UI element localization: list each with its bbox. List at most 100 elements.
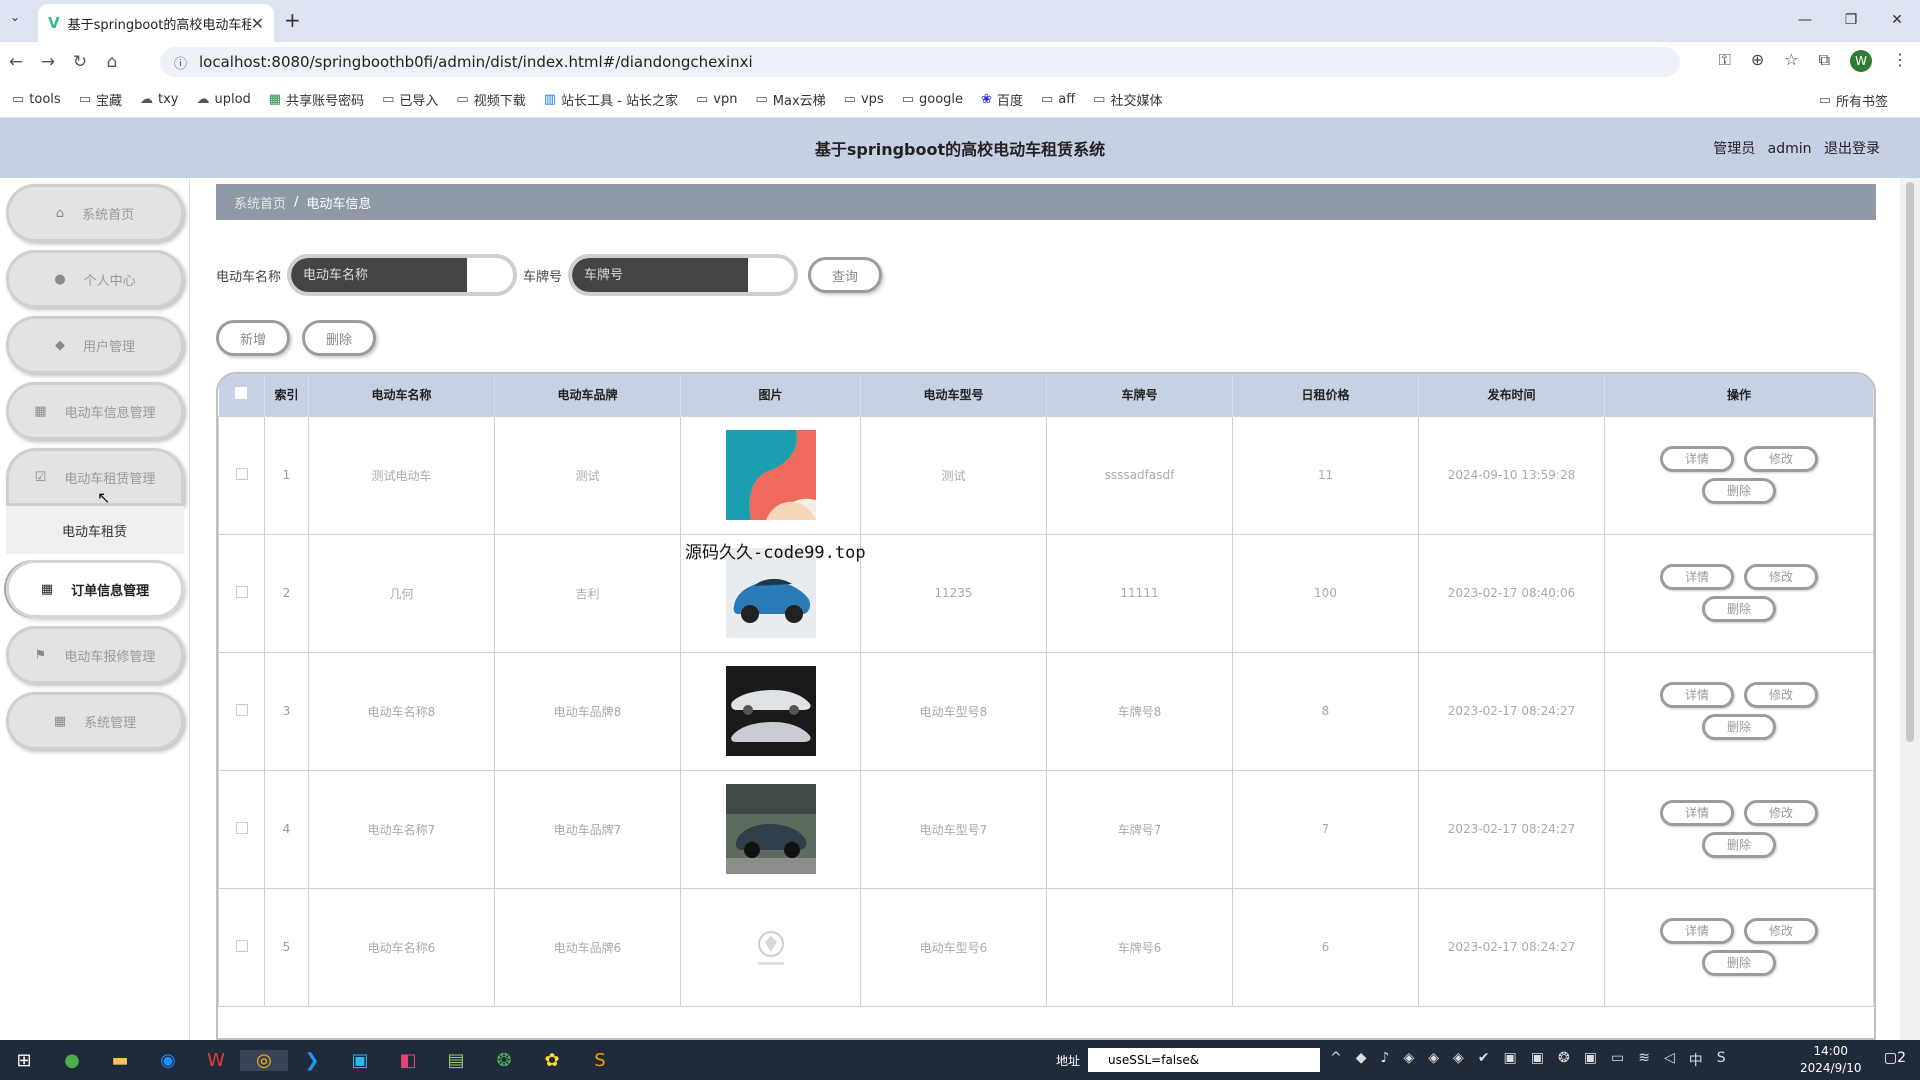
bookmark-item[interactable]: ▥ 站长工具 - 站长之家 (544, 90, 678, 109)
delete-button[interactable]: 删除 (1702, 478, 1776, 504)
scrollbar-thumb[interactable] (1906, 182, 1914, 742)
edit-button[interactable]: 修改 (1744, 800, 1818, 826)
delete-button[interactable]: 删除 (1702, 832, 1776, 858)
logout-link[interactable]: 退出登录 (1824, 141, 1880, 157)
delete-button[interactable]: 删除 (1702, 714, 1776, 740)
app-360-icon[interactable]: ● (48, 1050, 96, 1071)
ebike-thumbnail[interactable] (725, 902, 816, 992)
new-tab-icon[interactable]: + (284, 8, 301, 32)
sidebar-item-rental[interactable]: ☑ 电动车租赁管理 (6, 448, 184, 506)
bookmark-item[interactable]: ▭ vpn (696, 92, 737, 107)
vscode-icon[interactable]: ❯ (288, 1050, 336, 1071)
sublime-icon[interactable]: S (576, 1050, 624, 1071)
bookmark-item[interactable]: ▭ 社交媒体 (1093, 90, 1162, 109)
reload-icon[interactable]: ↻ (64, 52, 96, 72)
wechat-icon[interactable]: ❂ (480, 1050, 528, 1071)
bookmark-item[interactable]: ☁ txy (140, 92, 178, 107)
taskbar-address-input[interactable]: useSSL=false& (1088, 1048, 1320, 1072)
folder-app-icon[interactable]: ▤ (432, 1050, 480, 1071)
close-window-icon[interactable]: ✕ (1874, 0, 1920, 42)
volume-icon[interactable]: ◁ (1664, 1050, 1675, 1070)
extensions-icon[interactable]: ⧉ (1819, 50, 1830, 72)
row-checkbox[interactable] (218, 769, 265, 889)
page-scrollbar[interactable] (1900, 178, 1920, 1040)
sidebar-item-users[interactable]: ◆ 用户管理 (6, 316, 184, 374)
wps-icon[interactable]: W (192, 1050, 240, 1071)
taskbar-clock[interactable]: 14:00 2024/9/10 (1800, 1043, 1862, 1077)
url-bar[interactable]: ⓘ localhost:8080/springboothb0fi/admin/d… (160, 47, 1680, 77)
bookmark-item[interactable]: ☁ uplod (196, 92, 250, 107)
sidebar-item-repair[interactable]: ⚑ 电动车报修管理 (6, 626, 184, 684)
tray-app-icon[interactable]: ▣ (1584, 1050, 1597, 1070)
close-tab-icon[interactable]: ✕ (251, 14, 264, 33)
tray-app-icon[interactable]: ◈ (1403, 1050, 1414, 1070)
edit-button[interactable]: 修改 (1744, 446, 1818, 472)
profile-avatar[interactable]: W (1850, 50, 1872, 72)
bookmark-item[interactable]: ▭ vps (844, 92, 884, 107)
detail-button[interactable]: 详情 (1660, 682, 1734, 708)
sidebar-item-home[interactable]: ⌂ 系统首页 (6, 184, 184, 242)
bookmark-item[interactable]: ▭ Max云梯 (755, 90, 825, 109)
tray-s-icon[interactable]: S (1717, 1050, 1726, 1070)
chrome-icon[interactable]: ◎ (240, 1049, 288, 1071)
bookmark-item[interactable]: ▭ tools (12, 92, 61, 107)
ime-indicator[interactable]: 中 (1689, 1050, 1703, 1070)
detail-button[interactable]: 详情 (1660, 446, 1734, 472)
tray-app-icon[interactable]: ◈ (1453, 1050, 1464, 1070)
add-button[interactable]: 新增 (216, 320, 290, 356)
detail-button[interactable]: 详情 (1660, 800, 1734, 826)
back-icon[interactable]: ← (0, 52, 32, 72)
row-checkbox[interactable] (218, 533, 265, 653)
sidebar-item-system[interactable]: ▦ 系统管理 (6, 692, 184, 750)
breadcrumb-home[interactable]: 系统首页 (234, 193, 286, 212)
browser-tab[interactable]: V 基于springboot的高校电动车租赁 ✕ (38, 4, 274, 42)
detail-button[interactable]: 详情 (1660, 918, 1734, 944)
submenu-item-rental[interactable]: 电动车租赁 (6, 506, 184, 554)
tray-app-icon[interactable]: ◈ (1428, 1050, 1439, 1070)
tray-wechat-icon[interactable]: ❂ (1558, 1050, 1570, 1070)
ebike-thumbnail[interactable] (725, 784, 816, 874)
edit-button[interactable]: 修改 (1744, 564, 1818, 590)
plate-search-input[interactable] (572, 258, 749, 292)
tab-list-icon[interactable]: ⌄ (10, 10, 20, 24)
bookmark-item[interactable]: ▭ google (902, 92, 963, 107)
ebike-thumbnail[interactable] (725, 430, 816, 520)
wifi-icon[interactable]: ≋ (1638, 1050, 1650, 1070)
notification-icon[interactable]: ▢2 (1884, 1050, 1906, 1066)
tray-app-icon[interactable]: ◆ (1356, 1050, 1367, 1070)
tray-app-icon[interactable]: ▣ (1504, 1050, 1517, 1070)
sidebar-item-orders[interactable]: ▦ 订单信息管理 (6, 560, 184, 618)
password-key-icon[interactable]: ⚿ (1719, 50, 1731, 72)
row-checkbox[interactable] (218, 415, 265, 535)
sidebar-item-ebike-info[interactable]: ▦ 电动车信息管理 (6, 382, 184, 440)
delete-button[interactable]: 删除 (1702, 950, 1776, 976)
tray-app-icon[interactable]: ✔ (1478, 1050, 1490, 1070)
all-bookmarks[interactable]: ▭ 所有书签 (1819, 91, 1888, 110)
select-all-checkbox[interactable] (218, 374, 265, 416)
home-icon[interactable]: ⌂ (96, 52, 128, 72)
sidebar-item-profile[interactable]: ● 个人中心 (6, 250, 184, 308)
bookmark-item[interactable]: ▭ 视频下载 (456, 90, 525, 109)
bookmark-item[interactable]: ▦ 共享账号密码 (269, 90, 364, 109)
battery-icon[interactable]: ▭ (1611, 1050, 1624, 1070)
row-checkbox[interactable] (218, 887, 265, 1007)
tray-arrow-icon[interactable]: ^ (1330, 1050, 1342, 1070)
delete-button[interactable]: 删除 (1702, 596, 1776, 622)
qq-icon[interactable]: ✿ (528, 1050, 576, 1071)
intellij-icon[interactable]: ◧ (384, 1050, 432, 1071)
bookmark-item[interactable]: ▭ aff (1041, 92, 1075, 107)
edge-icon[interactable]: ◉ (144, 1050, 192, 1071)
tray-app-icon[interactable]: ▣ (1531, 1050, 1544, 1070)
name-search-input[interactable] (291, 258, 468, 292)
microphone-icon[interactable]: ♪ (1381, 1050, 1390, 1070)
menu-dots-icon[interactable]: ⋮ (1892, 50, 1908, 72)
windows-start-icon[interactable]: ⊞ (0, 1050, 48, 1071)
detail-button[interactable]: 详情 (1660, 564, 1734, 590)
word-icon[interactable]: ▣ (336, 1050, 384, 1071)
file-explorer-icon[interactable]: ▬ (96, 1050, 144, 1071)
bookmark-item[interactable]: ❀ 百度 (981, 90, 1023, 109)
star-icon[interactable]: ☆ (1784, 50, 1798, 72)
restore-icon[interactable]: ❐ (1828, 0, 1874, 42)
forward-icon[interactable]: → (32, 52, 64, 72)
edit-button[interactable]: 修改 (1744, 682, 1818, 708)
